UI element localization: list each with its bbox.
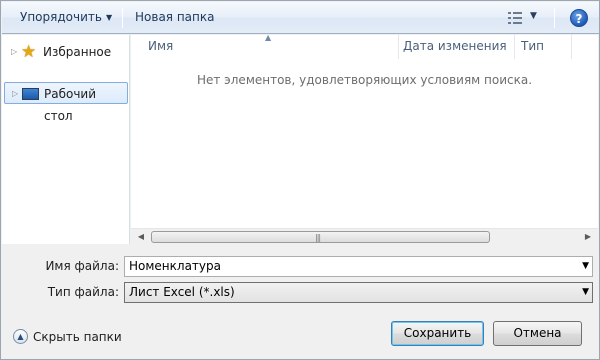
star-icon: ★	[21, 42, 37, 62]
column-header-type[interactable]: Тип	[521, 35, 544, 59]
scrollbar-thumb[interactable]: |||	[151, 231, 490, 243]
column-divider[interactable]	[514, 35, 515, 59]
filename-label: Имя файла:	[45, 259, 119, 273]
hide-folders-label: Скрыть папки	[33, 330, 122, 344]
view-options-chevron-icon[interactable]: ▼	[530, 11, 537, 21]
expand-arrow-icon[interactable]: ▷	[12, 83, 18, 105]
save-as-dialog: Упорядочить ▼ Новая папка ▼ ? ▷ ★ Избранн…	[0, 0, 600, 360]
chevron-down-icon[interactable]: ▼	[582, 257, 589, 276]
toolbar: Упорядочить ▼ Новая папка ▼ ?	[2, 2, 599, 34]
column-header-name[interactable]: Имя	[148, 35, 173, 59]
help-icon[interactable]: ?	[570, 9, 588, 27]
filetype-select[interactable]: Лист Excel (*.xls) ▼	[124, 282, 593, 303]
file-list: ▲ Имя Дата изменения Тип Нет элементов, …	[131, 33, 598, 244]
column-divider[interactable]	[398, 35, 399, 59]
collapse-up-icon[interactable]: ▲	[13, 329, 28, 344]
column-divider[interactable]	[571, 35, 572, 59]
nav-item-label: Избранное	[43, 45, 112, 59]
new-folder-button[interactable]: Новая папка	[129, 7, 220, 29]
organize-label: Упорядочить	[20, 10, 102, 24]
nav-item-favorites[interactable]: ▷ ★ Избранное	[4, 41, 128, 63]
nav-item-desktop[interactable]: ▷ Рабочий стол	[4, 82, 128, 123]
horizontal-scrollbar[interactable]: ◀ ||| ▶	[131, 228, 598, 244]
view-details-icon[interactable]	[508, 12, 522, 24]
grip-icon: |||	[315, 233, 321, 242]
empty-results-message: Нет элементов, удовлетворяющих условиям …	[196, 73, 533, 87]
toolbar-divider	[554, 8, 555, 28]
filename-value: Номенклатура	[129, 259, 221, 273]
filetype-value: Лист Excel (*.xls)	[129, 285, 235, 299]
navigation-pane: ▷ ★ Избранное ▷ Рабочий стол	[2, 35, 130, 244]
filename-input[interactable]: Номенклатура ▼	[124, 256, 593, 277]
new-folder-label: Новая папка	[135, 10, 215, 24]
desktop-icon	[22, 86, 40, 102]
chevron-down-icon[interactable]: ▼	[582, 283, 589, 302]
filetype-label: Тип файла:	[47, 285, 119, 299]
chevron-down-icon: ▼	[105, 13, 113, 22]
nav-item-label: Рабочий стол	[44, 87, 97, 123]
save-button[interactable]: Сохранить	[391, 321, 484, 346]
scroll-left-icon[interactable]: ◀	[133, 230, 149, 244]
scroll-right-icon[interactable]: ▶	[580, 230, 596, 244]
sort-ascending-icon: ▲	[265, 33, 272, 42]
organize-button[interactable]: Упорядочить ▼	[14, 7, 118, 29]
expand-arrow-icon[interactable]: ▷	[11, 41, 17, 63]
toolbar-divider	[122, 8, 123, 28]
column-header-date[interactable]: Дата изменения	[403, 35, 507, 59]
cancel-button[interactable]: Отмена	[493, 321, 582, 346]
